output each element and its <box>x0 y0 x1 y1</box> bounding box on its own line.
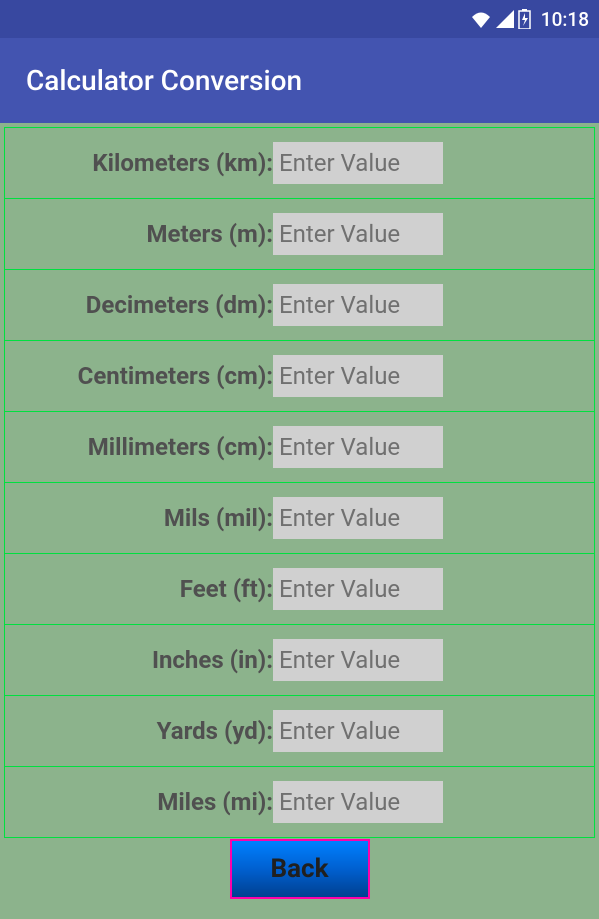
input-miles[interactable] <box>273 781 443 823</box>
back-button[interactable]: Back <box>230 839 370 899</box>
cell-signal-icon <box>496 10 514 28</box>
label-meters: Meters (m): <box>5 220 273 248</box>
wifi-icon <box>470 10 492 28</box>
label-millimeters: Millimeters (cm): <box>5 433 273 461</box>
input-yards[interactable] <box>273 710 443 752</box>
input-feet[interactable] <box>273 568 443 610</box>
row-decimeters: Decimeters (dm): <box>4 269 595 341</box>
status-icons: 10:18 <box>470 8 589 31</box>
label-feet: Feet (ft): <box>5 575 273 603</box>
label-yards: Yards (yd): <box>5 717 273 745</box>
input-mils[interactable] <box>273 497 443 539</box>
row-millimeters: Millimeters (cm): <box>4 411 595 483</box>
row-miles: Miles (mi): <box>4 766 595 838</box>
input-meters[interactable] <box>273 213 443 255</box>
row-centimeters: Centimeters (cm): <box>4 340 595 412</box>
row-kilometers: Kilometers (km): <box>4 127 595 199</box>
label-decimeters: Decimeters (dm): <box>5 291 273 319</box>
input-kilometers[interactable] <box>273 142 443 184</box>
row-yards: Yards (yd): <box>4 695 595 767</box>
label-mils: Mils (mil): <box>5 504 273 532</box>
row-meters: Meters (m): <box>4 198 595 270</box>
status-bar: 10:18 <box>0 0 599 38</box>
app-bar: Calculator Conversion <box>0 38 599 123</box>
label-kilometers: Kilometers (km): <box>5 149 273 177</box>
input-centimeters[interactable] <box>273 355 443 397</box>
status-time: 10:18 <box>541 8 589 31</box>
label-inches: Inches (in): <box>5 646 273 674</box>
app-title: Calculator Conversion <box>26 64 302 97</box>
row-feet: Feet (ft): <box>4 553 595 625</box>
row-mils: Mils (mil): <box>4 482 595 554</box>
label-centimeters: Centimeters (cm): <box>5 362 273 390</box>
label-miles: Miles (mi): <box>5 788 273 816</box>
input-decimeters[interactable] <box>273 284 443 326</box>
row-inches: Inches (in): <box>4 624 595 696</box>
input-inches[interactable] <box>273 639 443 681</box>
battery-charging-icon <box>518 9 531 29</box>
input-millimeters[interactable] <box>273 426 443 468</box>
content-area: Kilometers (km): Meters (m): Decimeters … <box>0 123 599 899</box>
